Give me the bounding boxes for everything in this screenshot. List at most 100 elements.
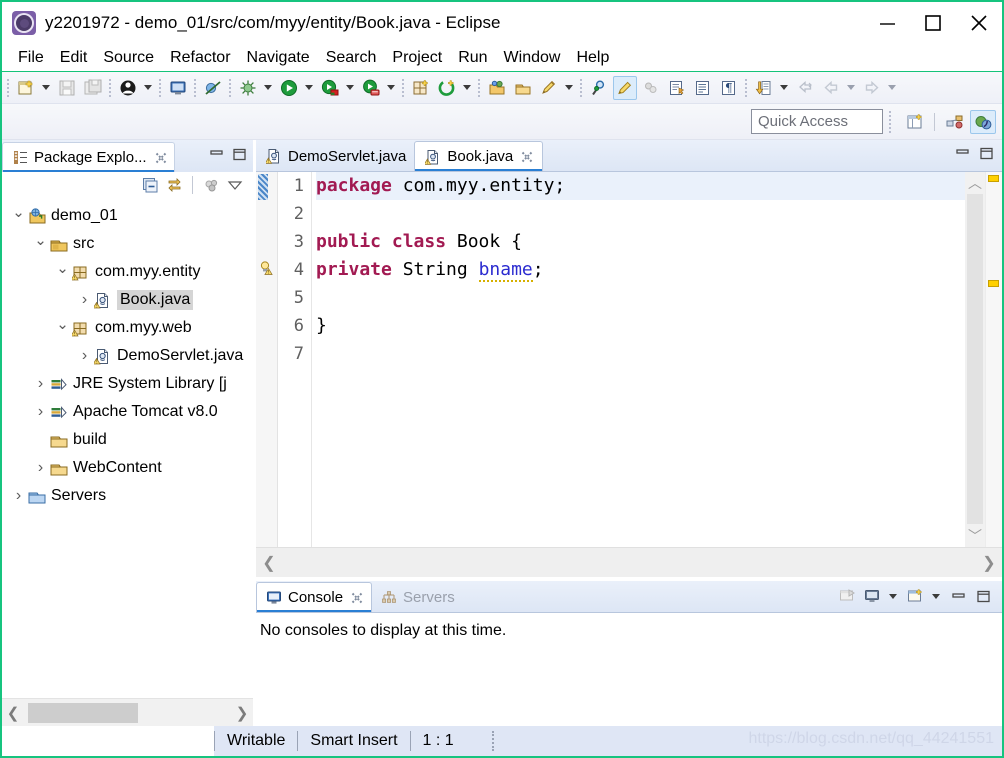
editor-overview-ruler[interactable] (985, 172, 1002, 547)
menu-window[interactable]: Window (496, 48, 569, 68)
tree-item-src[interactable]: src (2, 230, 253, 258)
run-external-tools-icon[interactable] (318, 76, 342, 100)
chevron-right-icon[interactable] (32, 459, 49, 477)
tree-item-apache-tomcat[interactable]: Apache Tomcat v8.0 (2, 398, 253, 426)
chevron-right-icon[interactable] (76, 291, 93, 309)
new-perspective-icon[interactable] (903, 110, 929, 134)
show-whitespace-icon[interactable] (691, 76, 715, 100)
focus-on-active-task-icon[interactable] (200, 174, 222, 196)
quick-access-input[interactable]: Quick Access (751, 109, 883, 134)
minimize-icon[interactable] (209, 148, 224, 164)
previous-edit-location-icon[interactable] (793, 76, 817, 100)
tree-item-webcontent[interactable]: WebContent (2, 454, 253, 482)
chevron-right-icon[interactable] (32, 403, 49, 421)
menu-help[interactable]: Help (568, 48, 617, 68)
toggle-block-selection-icon[interactable] (665, 76, 689, 100)
run-on-server-dropdown-icon[interactable] (384, 77, 397, 99)
code-line[interactable]: } (316, 312, 965, 340)
close-icon[interactable] (520, 150, 534, 164)
package-explorer-tree[interactable]: demo_01 src ! com.myy.entity (2, 198, 253, 698)
scroll-down-icon[interactable]: ﹀ (968, 525, 982, 547)
tree-item-com-myy-web[interactable]: ! com.myy.web (2, 314, 253, 342)
back-dropdown-icon[interactable] (844, 77, 857, 99)
code-line[interactable] (316, 200, 965, 228)
open-console-icon[interactable] (166, 76, 190, 100)
close-button[interactable] (956, 2, 1002, 44)
save-all-icon[interactable] (81, 76, 105, 100)
scroll-up-icon[interactable]: ︿ (968, 172, 982, 194)
java-ee-perspective-icon[interactable] (942, 110, 968, 134)
menu-source[interactable]: Source (95, 48, 162, 68)
view-menu-icon[interactable] (224, 174, 246, 196)
scrollbar-track[interactable] (24, 700, 231, 726)
pin-console-icon[interactable] (836, 585, 858, 607)
scroll-right-icon[interactable]: ❯ (976, 549, 1002, 577)
maximize-icon[interactable] (972, 585, 994, 607)
tree-item-build[interactable]: build (2, 426, 253, 454)
save-icon[interactable] (55, 76, 79, 100)
tree-item-demoservlet-java[interactable]: ! DemoServlet.java (2, 342, 253, 370)
open-type-icon[interactable] (485, 76, 509, 100)
chevron-right-icon[interactable] (76, 347, 93, 365)
warning-quickfix-icon[interactable]: ! (259, 260, 275, 279)
tree-item-demo_01[interactable]: demo_01 (2, 202, 253, 230)
scrollbar-thumb[interactable] (967, 194, 983, 524)
menu-search[interactable]: Search (318, 48, 385, 68)
menu-navigate[interactable]: Navigate (239, 48, 318, 68)
menu-refactor[interactable]: Refactor (162, 48, 238, 68)
editor-vertical-scrollbar[interactable]: ︿ ﹀ (965, 172, 985, 547)
next-annotation-dropdown-icon[interactable] (777, 77, 790, 99)
editor-horizontal-scrollbar[interactable]: ❮ ❯ (256, 547, 1002, 577)
close-icon[interactable] (350, 591, 364, 605)
chevron-down-icon[interactable] (32, 239, 49, 249)
debug-dropdown-icon[interactable] (261, 77, 274, 99)
toggle-word-wrap-icon[interactable]: ¶ (717, 76, 741, 100)
link-with-editor-icon[interactable] (163, 174, 185, 196)
debug-icon[interactable] (236, 76, 260, 100)
tree-item-jre-system-library[interactable]: JRE System Library [j (2, 370, 253, 398)
skip-breakpoints-icon[interactable] (201, 76, 225, 100)
chevron-down-icon[interactable] (10, 211, 27, 221)
scroll-left-icon[interactable]: ❮ (2, 700, 24, 726)
display-selected-console-icon[interactable] (861, 585, 883, 607)
status-bar-resize-handle[interactable] (491, 731, 498, 751)
java-perspective-icon[interactable] (970, 109, 996, 134)
run-dropdown-icon[interactable] (302, 77, 315, 99)
open-task-icon[interactable] (511, 76, 535, 100)
package-explorer-horizontal-scrollbar[interactable]: ❮ ❯ (2, 698, 253, 726)
minimize-icon[interactable] (947, 585, 969, 607)
minimize-button[interactable] (864, 2, 910, 44)
pencil-highlight-icon[interactable] (613, 75, 637, 100)
open-console-dropdown-icon[interactable] (929, 585, 942, 607)
tab-servers[interactable]: Servers (372, 582, 462, 612)
tree-item-book-java[interactable]: ! Book.java (2, 286, 253, 314)
run-icon[interactable] (277, 76, 301, 100)
new-wizard-dropdown-icon[interactable] (39, 77, 52, 99)
run-external-tools-dropdown-icon[interactable] (343, 77, 356, 99)
tree-item-servers[interactable]: Servers (2, 482, 253, 510)
display-selected-console-dropdown-icon[interactable] (886, 585, 899, 607)
forward-dropdown-icon[interactable] (885, 77, 898, 99)
close-icon[interactable] (154, 151, 168, 165)
maximize-icon[interactable] (232, 148, 247, 164)
search-reference-icon[interactable] (587, 76, 611, 100)
new-java-class-icon[interactable] (435, 76, 459, 100)
new-annotation-dropdown-icon[interactable] (562, 77, 575, 99)
new-wizard-icon[interactable] (14, 76, 38, 100)
code-line[interactable] (316, 284, 965, 312)
open-console-icon[interactable] (904, 585, 926, 607)
code-line[interactable]: package com.myy.entity; (316, 172, 965, 200)
maximize-icon[interactable] (979, 147, 994, 163)
chevron-down-icon[interactable] (54, 267, 71, 277)
toggle-mark-occurrences-icon[interactable] (639, 76, 663, 100)
tab-console[interactable]: Console (256, 582, 373, 612)
chevron-right-icon[interactable] (32, 375, 49, 393)
chevron-right-icon[interactable] (10, 487, 27, 505)
new-annotation-icon[interactable] (537, 76, 561, 100)
forward-icon[interactable] (860, 76, 884, 100)
maximize-button[interactable] (910, 2, 956, 44)
run-on-server-icon[interactable] (359, 76, 383, 100)
scroll-left-icon[interactable]: ❮ (256, 549, 282, 577)
new-java-class-dropdown-icon[interactable] (460, 77, 473, 99)
tree-item-com-myy-entity[interactable]: ! com.myy.entity (2, 258, 253, 286)
